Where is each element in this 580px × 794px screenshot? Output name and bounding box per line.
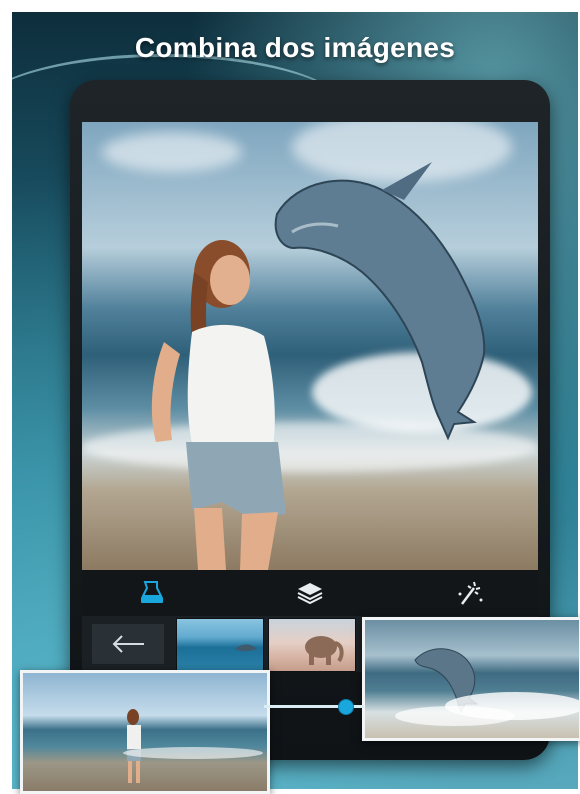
headline: Combina dos imágenes bbox=[134, 32, 456, 63]
elephant-thumb-art bbox=[305, 636, 344, 665]
woman-preview-art bbox=[123, 709, 263, 783]
source-image-preview[interactable] bbox=[20, 670, 270, 794]
magic-wand-icon[interactable] bbox=[454, 578, 484, 608]
woman-figure bbox=[151, 240, 286, 570]
thumbnail-elephant[interactable] bbox=[268, 618, 356, 672]
back-button[interactable] bbox=[92, 624, 164, 664]
thumbnail-dolphin[interactable] bbox=[176, 618, 264, 672]
eraser-icon[interactable] bbox=[137, 578, 167, 608]
layers-icon[interactable] bbox=[295, 578, 325, 608]
dolphin-preview-art bbox=[395, 648, 579, 726]
dolphin-thumb-art bbox=[235, 644, 257, 652]
edited-photo-canvas[interactable] bbox=[82, 122, 538, 570]
editing-toolbar bbox=[82, 570, 538, 616]
arrow-left-icon bbox=[112, 635, 144, 653]
blend-slider-handle[interactable] bbox=[338, 699, 354, 715]
selected-image-preview[interactable] bbox=[362, 617, 580, 741]
